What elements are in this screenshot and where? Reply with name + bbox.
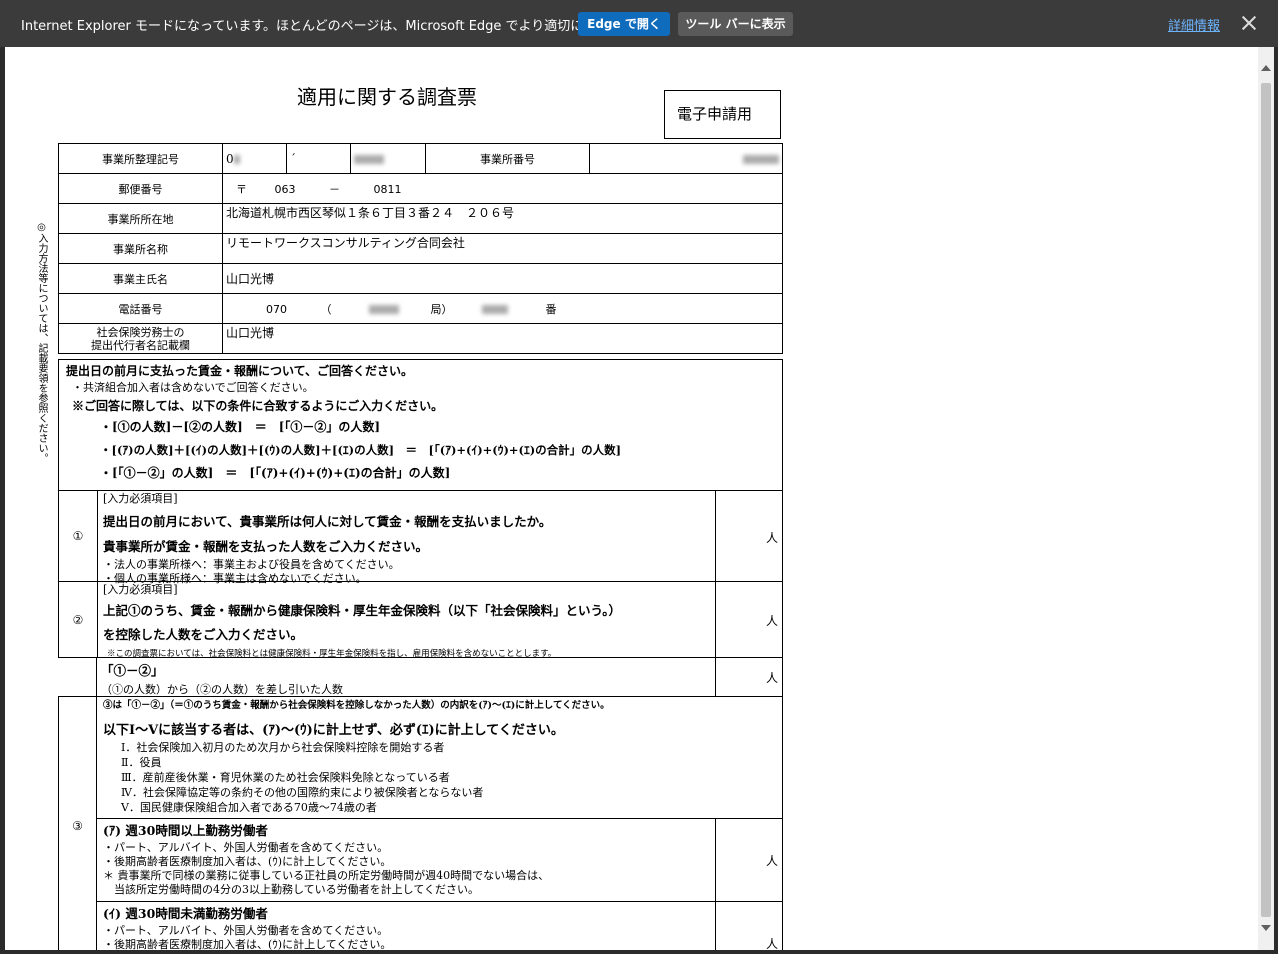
- question-3b-answer-input[interactable]: 人: [715, 902, 782, 950]
- survey-document: 適用に関する調査票 電子申請用 ◎入力方法等については、記載要領を参照ください。…: [5, 47, 1258, 950]
- question-3b-note: ・後期高齢者医療制度加入者は、(ｳ)に計上してください。: [103, 938, 392, 950]
- instructions-box: 提出日の前月に支払った賃金・報酬について、ご回答ください。 ・共済組合加入者は含…: [58, 359, 783, 491]
- phone-label: 電話番号: [58, 293, 223, 324]
- question-3a-note: 当該所定労働時間の4分の3以上勤務している労働者を計上してください。: [103, 883, 480, 896]
- question-2-number: ②: [59, 582, 98, 657]
- question-3-intro-box: ③は「①－②」（＝①のうち賃金・報酬から社会保険料を控除しなかった人数）の内訳を…: [96, 696, 783, 819]
- list-item: Ⅴ．国民健康保険組合加入者である70歳～74歳の者: [121, 801, 377, 814]
- details-link[interactable]: 詳細情報: [1168, 15, 1220, 34]
- question-2-line1: 上記①のうち、賃金・報酬から健康保険料・厚生年金保険料（以下「社会保険料」という…: [103, 603, 622, 618]
- required-tag: [入力必須項目]: [103, 492, 178, 505]
- form-title: 適用に関する調査票: [297, 85, 477, 109]
- address-value[interactable]: 北海道札幌市西区琴似１条６丁目３番２４ ２０６号: [222, 203, 783, 234]
- phone-value[interactable]: 070 （ 局） 番: [222, 293, 783, 324]
- list-item: Ⅳ．社会保障協定等の条約その他の国際約束により被保険者とならない者: [121, 786, 484, 799]
- e-application-box: 電子申請用: [664, 90, 781, 139]
- question-3a-note: ＊ 貴事業所で同様の業務に従事している正社員の所定労働時間が週40時間でない場合…: [103, 869, 550, 882]
- office-number-value[interactable]: [589, 143, 783, 174]
- page-viewport: 適用に関する調査票 電子申請用 ◎入力方法等については、記載要領を参照ください。…: [5, 47, 1258, 950]
- office-code-part1[interactable]: 0: [222, 143, 287, 174]
- question-3a-row: (ｱ) 週30時間以上勤務労働者 ・パート、アルバイト、外国人労働者を含めてくだ…: [96, 818, 783, 902]
- question-2-body: [入力必須項目] 上記①のうち、賃金・報酬から健康保険料・厚生年金保険料（以下「…: [103, 582, 716, 659]
- rule-2: ・[(ｱ)の人数]＋[(ｲ)の人数]＋[(ｳ)の人数]＋[(ｴ)の人数] ＝ […: [100, 443, 622, 457]
- question-2-answer-input[interactable]: 人: [715, 582, 782, 657]
- unit-label: 人: [765, 671, 778, 685]
- postal-value[interactable]: 〒 063 － 0811: [222, 173, 783, 204]
- unit-label: 人: [765, 614, 778, 628]
- difference-desc: （①の人数）から（②の人数）を差し引いた人数: [101, 683, 343, 696]
- name-label: 事業所名称: [58, 233, 223, 264]
- office-code-label: 事業所整理記号: [58, 143, 223, 174]
- difference-label: 「①－②」: [101, 663, 164, 678]
- question-2-line2: を控除した人数をご入力ください。: [103, 627, 304, 642]
- vertical-scrollbar[interactable]: [1258, 47, 1274, 950]
- agent-value[interactable]: 山口光博: [222, 323, 783, 354]
- difference-answer[interactable]: 人: [715, 658, 782, 696]
- office-code-part3[interactable]: [350, 143, 426, 174]
- question-3b-note: ・パート、アルバイト、外国人労働者を含めてください。: [103, 924, 389, 937]
- unit-label: 人: [765, 937, 778, 950]
- question-1-line1: 提出日の前月において、貴事業所は何人に対して賃金・報酬を支払いましたか。: [103, 514, 552, 529]
- question-3-number: ③: [58, 696, 97, 950]
- question-1-body: [入力必須項目] 提出日の前月において、貴事業所は何人に対して賃金・報酬を支払い…: [103, 491, 716, 586]
- question-3a-note: ・後期高齢者医療制度加入者は、(ｳ)に計上してください。: [103, 855, 392, 868]
- rule-3: ・[「①－②」の人数] ＝ [「(ｱ)+(ｲ)+(ｳ)+(ｴ)の合計」の人数]: [100, 466, 451, 480]
- question-3a-note: ・パート、アルバイト、外国人労働者を含めてください。: [103, 841, 389, 854]
- side-note: ◎入力方法等については、記載要領を参照ください。: [36, 222, 47, 463]
- question-3a-title: (ｱ) 週30時間以上勤務労働者: [103, 823, 268, 838]
- question-3b-body: (ｲ) 週30時間未満勤務労働者 ・パート、アルバイト、外国人労働者を含めてくだ…: [103, 902, 716, 950]
- question-1-row: ① [入力必須項目] 提出日の前月において、貴事業所は何人に対して賃金・報酬を支…: [58, 490, 783, 585]
- list-item: Ⅲ．産前産後休業・育児休業のため社会保険料免除となっている者: [121, 771, 450, 784]
- question-3b-title: (ｲ) 週30時間未満勤務労働者: [103, 906, 268, 921]
- question-1-number: ①: [59, 491, 98, 581]
- question-1-note1: ・法人の事業所様へ：事業主および役員を含めてください。: [103, 558, 400, 571]
- instructions-condition: ※ご回答に際しては、以下の条件に合致するようにご入力ください。: [72, 399, 444, 413]
- instructions-heading: 提出日の前月に支払った賃金・報酬について、ご回答ください。: [66, 364, 414, 378]
- office-info-table: 事業所整理記号 0 ´ 事業所番号 郵便番号 〒 063 － 0811 事業所所…: [58, 143, 783, 354]
- ie-mode-infobar: Internet Explorer モードになっています。ほとんどのページは、M…: [0, 0, 1278, 47]
- question-1-answer-input[interactable]: 人: [715, 491, 782, 581]
- question-2-row: ② [入力必須項目] 上記①のうち、賃金・報酬から健康保険料・厚生年金保険料（以…: [58, 581, 783, 659]
- question-3b-row: (ｲ) 週30時間未満勤務労働者 ・パート、アルバイト、外国人労働者を含めてくだ…: [96, 901, 783, 950]
- open-in-edge-button[interactable]: Edge で開く: [578, 12, 670, 36]
- difference-body: 「①－②」 （①の人数）から（②の人数）を差し引いた人数: [101, 658, 716, 697]
- agent-label: 社会保険労務士の 提出代行者名記載欄: [58, 323, 223, 354]
- close-icon[interactable]: [1239, 13, 1259, 33]
- question-3-rule: 以下Ⅰ～Ⅴに該当する者は、(ｱ)～(ｳ)に計上せず、必ず(ｴ)に計上してください…: [103, 723, 564, 738]
- scrollbar-thumb[interactable]: [1261, 83, 1271, 917]
- unit-label: 人: [765, 531, 778, 545]
- scroll-up-icon[interactable]: [1261, 65, 1271, 71]
- show-in-toolbar-button[interactable]: ツール バーに表示: [678, 12, 793, 36]
- owner-value[interactable]: 山口光博: [222, 263, 783, 294]
- question-3a-answer-input[interactable]: 人: [715, 819, 782, 901]
- difference-row: 「①－②」 （①の人数）から（②の人数）を差し引いた人数 人: [96, 657, 783, 697]
- address-label: 事業所所在地: [58, 203, 223, 234]
- ie-mode-message: Internet Explorer モードになっています。ほとんどのページは、M…: [21, 19, 660, 34]
- rule-1: ・[①の人数]－[②の人数] ＝ [「①－②」の人数]: [100, 420, 381, 434]
- question-3-intro: ③は「①－②」（＝①のうち賃金・報酬から社会保険料を控除しなかった人数）の内訳を…: [103, 700, 610, 711]
- owner-label: 事業主氏名: [58, 263, 223, 294]
- question-3a-body: (ｱ) 週30時間以上勤務労働者 ・パート、アルバイト、外国人労働者を含めてくだ…: [103, 819, 716, 897]
- scroll-down-icon[interactable]: [1261, 925, 1271, 931]
- required-tag: [入力必須項目]: [103, 583, 178, 596]
- list-item: Ⅰ．社会保険加入初月のため次月から社会保険料控除を開始する者: [121, 741, 445, 754]
- unit-label: 人: [765, 854, 778, 868]
- question-3-items: Ⅰ．社会保険加入初月のため次月から社会保険料控除を開始する者 Ⅱ．役員 Ⅲ．産前…: [103, 740, 782, 815]
- office-number-label: 事業所番号: [425, 143, 590, 174]
- question-1-line2: 貴事業所が賃金・報酬を支払った人数をご入力ください。: [103, 539, 429, 554]
- office-code-part2[interactable]: ´: [286, 143, 351, 174]
- instructions-note: ・共済組合加入者は含めないでご回答ください。: [72, 381, 314, 394]
- list-item: Ⅱ．役員: [121, 756, 162, 769]
- postal-label: 郵便番号: [58, 173, 223, 204]
- name-value[interactable]: リモートワークスコンサルティング合同会社: [222, 233, 783, 264]
